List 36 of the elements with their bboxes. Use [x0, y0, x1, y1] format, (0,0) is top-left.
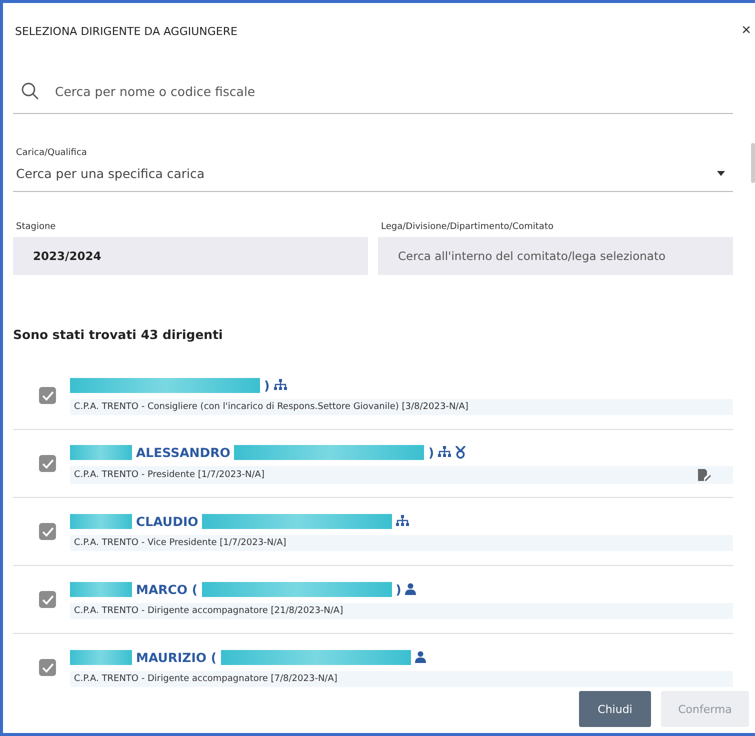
- dialog-button[interactable]: Chiudi: [579, 691, 651, 727]
- person-name: MAURIZIO (: [136, 650, 217, 664]
- redaction-bar: [70, 650, 132, 664]
- field-label: Carica/Qualifica: [15, 148, 88, 158]
- redaction-bar: [70, 582, 132, 596]
- person-name: ): [396, 582, 402, 596]
- checkbox[interactable]: [39, 659, 56, 676]
- person-name: CLAUDIO: [136, 514, 198, 528]
- person-name: ): [428, 444, 434, 460]
- redaction-bar: [70, 514, 132, 528]
- league-field[interactable]: Cerca all'interno del comitato/lega selezionato: [378, 237, 733, 275]
- checkbox[interactable]: [39, 591, 56, 608]
- checkbox[interactable]: [39, 387, 56, 404]
- scrollbar[interactable]: [751, 143, 755, 183]
- season-field[interactable]: 2023/2024: [13, 237, 368, 275]
- caret-icon: [717, 171, 725, 176]
- person-name: ): [264, 378, 270, 392]
- role-dropdown[interactable]: Cerca per una specifica carica: [13, 166, 733, 192]
- edit-document-icon[interactable]: [698, 469, 711, 481]
- role-detail: C.P.A. TRENTO - Consigliere (con l'incarico di Respons.Settore Giovanile) [3/8/2023-N/A]: [74, 402, 468, 412]
- search-field[interactable]: Cerca per nome o codice fiscale: [53, 82, 733, 100]
- field-label: Stagione: [15, 222, 57, 232]
- search-icon: [21, 82, 39, 100]
- role-detail: C.P.A. TRENTO - Presidente [1/7/2023-N/A]: [74, 470, 264, 480]
- checkbox[interactable]: [39, 523, 56, 540]
- redaction-bar: [70, 444, 132, 460]
- field-label: Lega/Divisione/Dipartimento/Comitato: [380, 222, 554, 232]
- person-name: MARCO (: [136, 582, 198, 596]
- person-name: ALESSANDRO: [136, 444, 230, 460]
- checkbox[interactable]: [39, 455, 56, 472]
- close-button[interactable]: ×: [742, 22, 751, 40]
- result-count: Sono stati trovati 43 dirigenti: [13, 327, 224, 342]
- role-detail: C.P.A. TRENTO - Dirigente accompagnatore [21/8/2023-N/A]: [74, 606, 344, 616]
- role-detail: C.P.A. TRENTO - Vice Presidente [1/7/2023-N/A]: [74, 538, 286, 548]
- dialog-title: SELEZIONA DIRIGENTE DA AGGIUNGERE: [15, 24, 238, 38]
- role-detail: C.P.A. TRENTO - Dirigente accompagnatore [7/8/2023-N/A]: [74, 674, 338, 684]
